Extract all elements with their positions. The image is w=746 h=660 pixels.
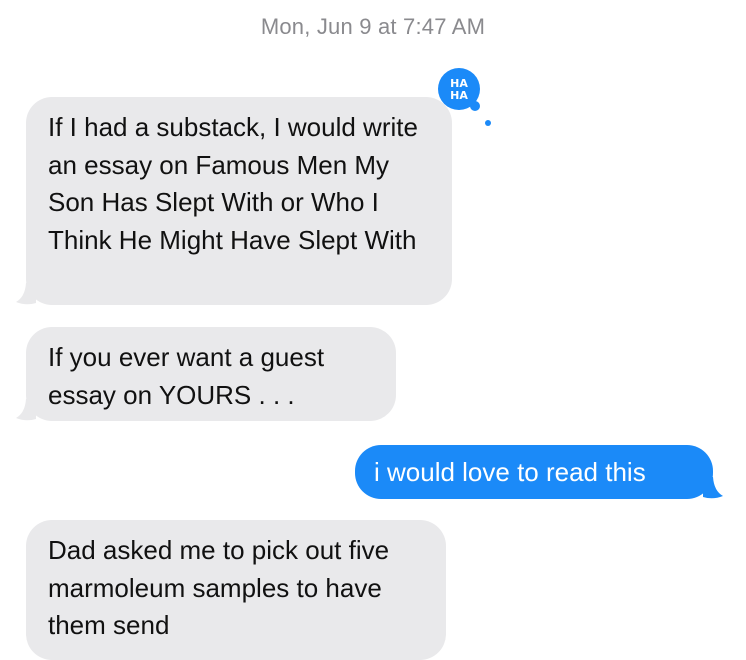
message-bubble-text[interactable]: Dad asked me to pick out five marmoleum … <box>26 520 446 660</box>
bubble-tail <box>703 477 723 499</box>
message-bubble-text[interactable]: If I had a substack, I would write an es… <box>26 97 452 305</box>
message-bubble-text[interactable]: If you ever want a guest essay on YOURS … <box>26 327 396 421</box>
bubble-tail <box>16 283 36 305</box>
conversation-timestamp: Mon, Jun 9 at 7:47 AM <box>260 14 486 39</box>
bubble-tail <box>16 399 36 421</box>
haha-tapback-icon[interactable]: HA HA <box>433 68 495 128</box>
message-bubble-text[interactable]: i would love to read this <box>355 445 713 499</box>
tapback-label-line-2: HA <box>450 89 468 102</box>
